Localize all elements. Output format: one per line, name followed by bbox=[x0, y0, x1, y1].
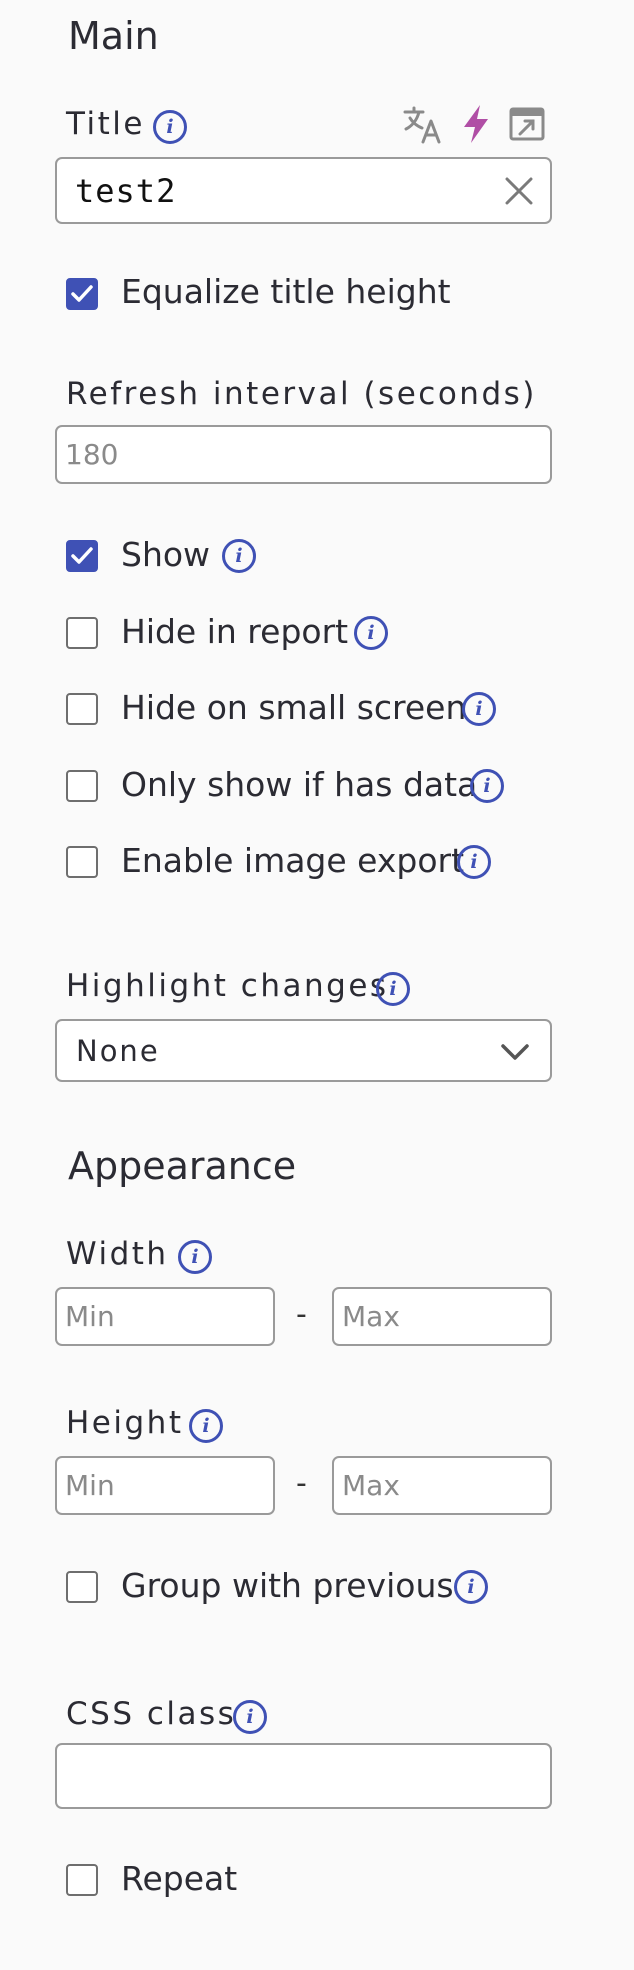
checkmark-icon bbox=[71, 547, 93, 564]
width-range-separator: - bbox=[296, 1297, 307, 1332]
info-icon[interactable]: i bbox=[233, 1700, 267, 1734]
hide-in-report-checkbox[interactable] bbox=[66, 617, 98, 649]
section-heading-appearance: Appearance bbox=[68, 1144, 297, 1188]
only-show-if-has-data-checkbox[interactable] bbox=[66, 770, 98, 802]
info-glyph: i bbox=[202, 1414, 210, 1437]
width-max-input[interactable]: Max bbox=[332, 1287, 552, 1346]
only-show-if-has-data-label[interactable]: Only show if has data bbox=[121, 765, 477, 804]
title-input-value: test2 bbox=[75, 171, 177, 210]
info-icon[interactable]: i bbox=[153, 110, 187, 144]
chevron-down-icon bbox=[500, 1040, 530, 1064]
highlight-changes-label: Highlight changes bbox=[66, 968, 389, 1004]
info-icon[interactable]: i bbox=[470, 769, 504, 803]
height-max-placeholder: Max bbox=[342, 1469, 400, 1502]
refresh-interval-placeholder: 180 bbox=[65, 438, 119, 471]
width-min-placeholder: Min bbox=[65, 1300, 115, 1333]
info-glyph: i bbox=[389, 977, 397, 1000]
refresh-interval-label: Refresh interval (seconds) bbox=[66, 376, 537, 412]
section-heading-main: Main bbox=[68, 14, 159, 58]
info-glyph: i bbox=[475, 697, 483, 720]
equalize-title-height-label[interactable]: Equalize title height bbox=[121, 272, 451, 311]
refresh-interval-input[interactable]: 180 bbox=[55, 425, 552, 484]
info-glyph: i bbox=[470, 850, 478, 873]
hide-on-small-screen-label[interactable]: Hide on small screen bbox=[121, 688, 466, 727]
info-glyph: i bbox=[246, 1705, 254, 1728]
info-icon[interactable]: i bbox=[222, 539, 256, 573]
info-icon[interactable]: i bbox=[354, 616, 388, 650]
info-icon[interactable]: i bbox=[376, 972, 410, 1006]
info-glyph: i bbox=[467, 1575, 475, 1598]
group-with-previous-label[interactable]: Group with previous bbox=[121, 1566, 454, 1605]
width-min-input[interactable]: Min bbox=[55, 1287, 275, 1346]
close-icon[interactable] bbox=[504, 176, 534, 206]
hide-on-small-screen-checkbox[interactable] bbox=[66, 693, 98, 725]
repeat-label[interactable]: Repeat bbox=[121, 1859, 237, 1898]
open-external-icon[interactable] bbox=[508, 106, 546, 142]
repeat-checkbox[interactable] bbox=[66, 1864, 98, 1896]
checkmark-icon bbox=[71, 285, 93, 302]
enable-image-export-checkbox[interactable] bbox=[66, 846, 98, 878]
info-glyph: i bbox=[191, 1245, 199, 1268]
enable-image-export-label[interactable]: Enable image export bbox=[121, 841, 464, 880]
show-label[interactable]: Show bbox=[121, 535, 210, 574]
hide-in-report-label[interactable]: Hide in report bbox=[121, 612, 348, 651]
info-icon[interactable]: i bbox=[454, 1570, 488, 1604]
info-glyph: i bbox=[483, 774, 491, 797]
info-icon[interactable]: i bbox=[189, 1409, 223, 1443]
height-label: Height bbox=[66, 1405, 184, 1441]
lightning-icon[interactable] bbox=[460, 103, 492, 145]
height-min-input[interactable]: Min bbox=[55, 1456, 275, 1515]
equalize-title-height-checkbox[interactable] bbox=[66, 278, 98, 310]
info-glyph: i bbox=[235, 544, 243, 567]
info-icon[interactable]: i bbox=[457, 845, 491, 879]
title-label: Title bbox=[66, 106, 145, 142]
group-with-previous-checkbox[interactable] bbox=[66, 1571, 98, 1603]
show-checkbox[interactable] bbox=[66, 540, 98, 572]
title-input[interactable]: test2 bbox=[55, 157, 552, 224]
info-icon[interactable]: i bbox=[178, 1240, 212, 1274]
highlight-changes-select[interactable]: None bbox=[55, 1019, 552, 1082]
info-glyph: i bbox=[367, 621, 375, 644]
height-max-input[interactable]: Max bbox=[332, 1456, 552, 1515]
info-icon[interactable]: i bbox=[462, 692, 496, 726]
info-glyph: i bbox=[166, 115, 174, 138]
width-max-placeholder: Max bbox=[342, 1300, 400, 1333]
highlight-changes-selected: None bbox=[76, 1033, 160, 1068]
height-min-placeholder: Min bbox=[65, 1469, 115, 1502]
css-class-input[interactable] bbox=[55, 1743, 552, 1809]
translate-icon[interactable] bbox=[402, 104, 444, 146]
height-range-separator: - bbox=[296, 1466, 307, 1501]
css-class-label: CSS class bbox=[66, 1696, 237, 1732]
width-label: Width bbox=[66, 1236, 169, 1272]
